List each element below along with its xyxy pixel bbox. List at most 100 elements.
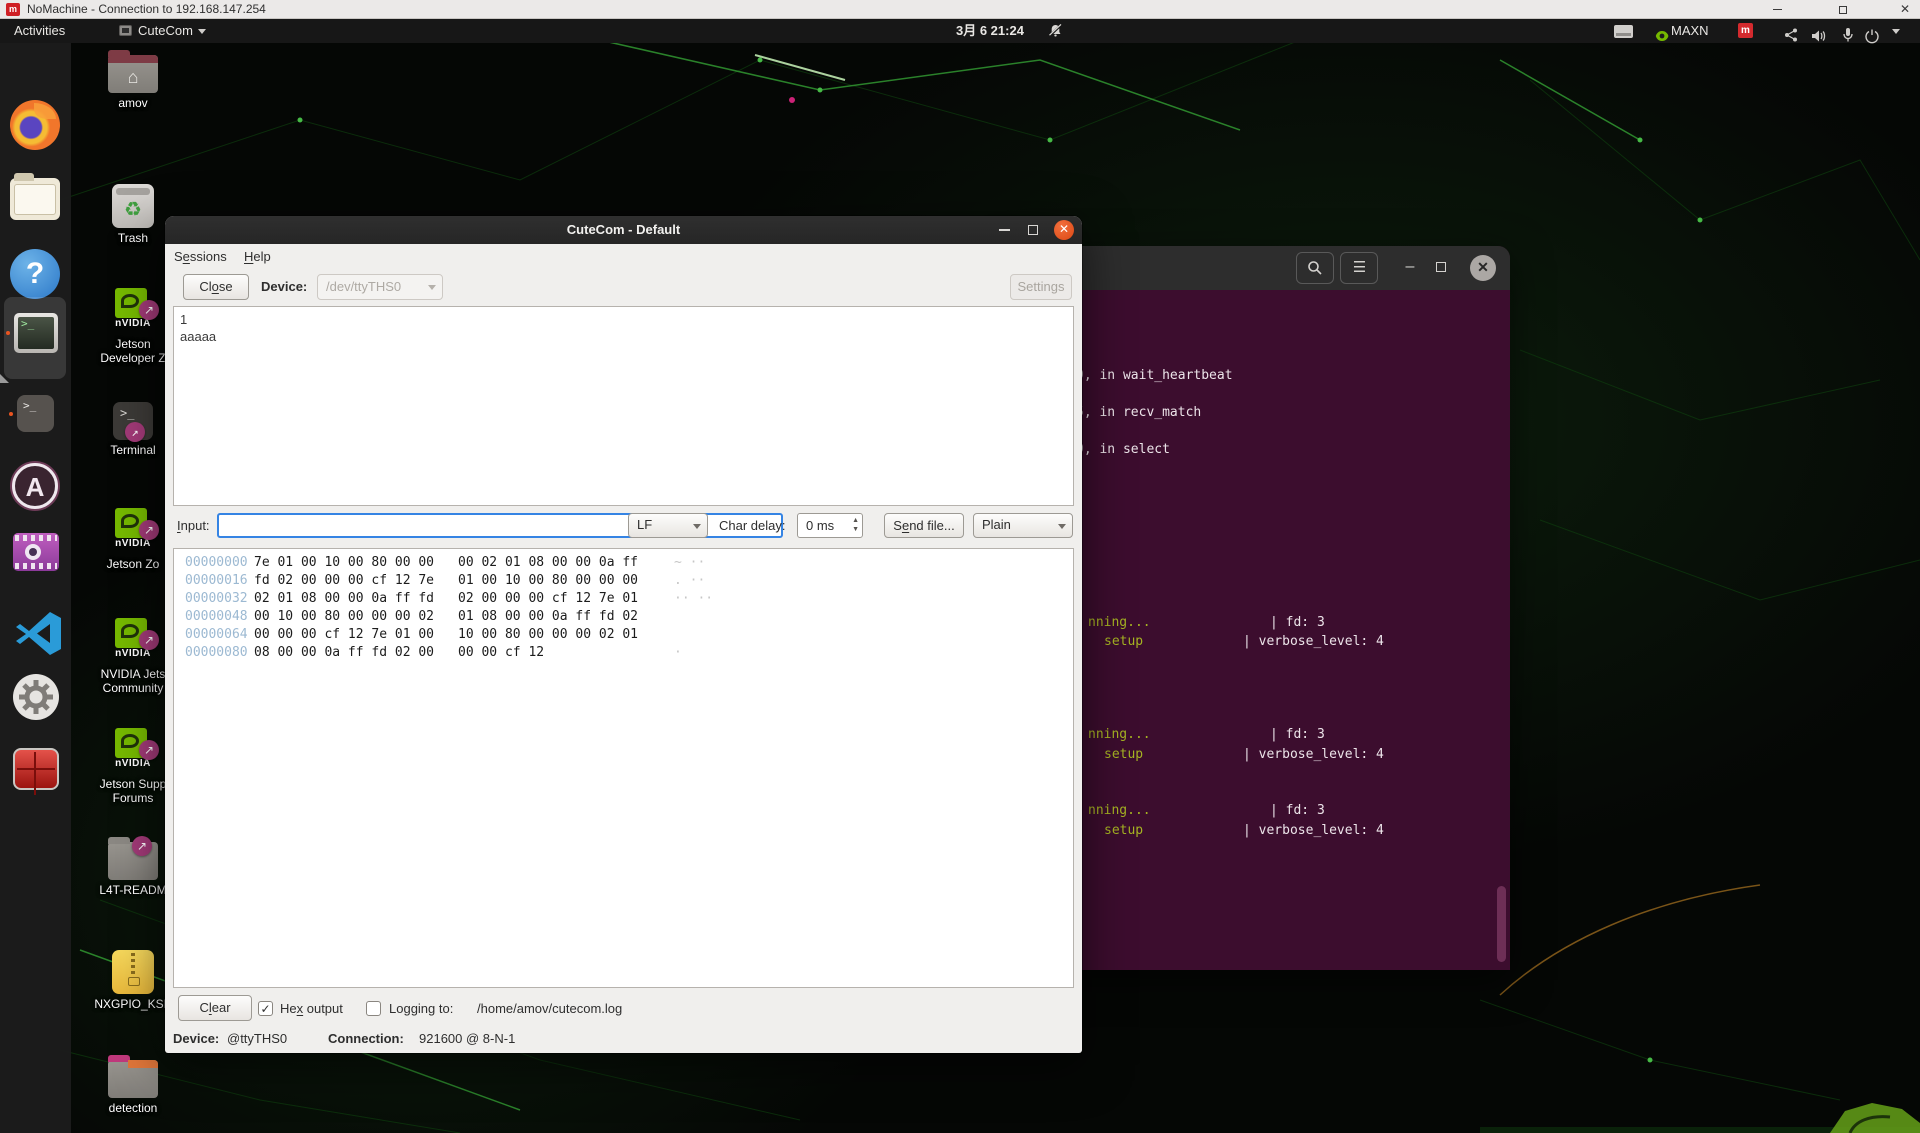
clock[interactable]: 3月 6 21:24	[956, 19, 1024, 43]
output-line: 1	[180, 311, 1067, 328]
nvidia-eye-icon	[1655, 24, 1669, 48]
clear-button[interactable]: Clear	[178, 995, 252, 1021]
dock-item-archive-a[interactable]: A	[12, 463, 58, 509]
nomachine-title: NoMachine - Connection to 192.168.147.25…	[27, 2, 266, 16]
terminal-hamburger-menu-button[interactable]: ☰	[1340, 252, 1378, 284]
maximize-button[interactable]	[1028, 225, 1038, 235]
hex-output-checkbox[interactable]: ✓	[258, 1001, 273, 1016]
search-icon	[1307, 260, 1323, 276]
hex-row: 0000004800 10 00 80 00 00 00 0201 08 00 …	[174, 609, 1073, 627]
dock-item-settings[interactable]	[13, 674, 59, 720]
statusbar: Device: @ttyTHS0 Connection: 921600 @ 8-…	[165, 1028, 1082, 1053]
nvidia-link-icon: nVIDIA ↗	[103, 728, 163, 774]
chevron-down-icon	[198, 29, 206, 34]
session-output-area: 1 aaaaa	[173, 306, 1074, 506]
dock: ? >_ >_ A	[0, 43, 71, 1133]
nvidia-eye-icon	[121, 514, 139, 528]
volume-icon[interactable]	[1811, 24, 1827, 48]
status-device-label: Device:	[173, 1028, 219, 1050]
desktop-icon-jetson-developer-zone[interactable]: nVIDIA ↗ JetsonDeveloper Z	[94, 288, 172, 365]
link-badge-icon: ↗	[139, 520, 159, 540]
network-share-icon[interactable]	[1783, 23, 1799, 47]
desktop-icon-detection[interactable]: detection	[94, 1060, 172, 1115]
app-menu[interactable]: CuteCom	[119, 19, 206, 43]
microphone-icon[interactable]	[1842, 23, 1854, 47]
keyboard-layout-icon[interactable]	[1614, 25, 1633, 38]
desktop-icon-jetson-zoo[interactable]: nVIDIA ↗ Jetson Zo	[94, 508, 172, 571]
hex-row: 00000016fd 02 00 00 00 cf 12 7e01 00 10 …	[174, 573, 1073, 591]
dock-item-terminal-alt[interactable]: >_	[17, 395, 54, 432]
terminal-log-white: | fd: 3	[1270, 803, 1325, 818]
device-combobox[interactable]: /dev/ttyTHS0	[317, 274, 443, 300]
cutecom-window: CuteCom - Default ✕ Sessions Help Close …	[165, 216, 1082, 1053]
terminal-log-white: | verbose_level: 4	[1243, 747, 1384, 762]
activities-button[interactable]: Activities	[14, 19, 65, 43]
maxn-power-mode-label[interactable]: MAXN	[1671, 19, 1709, 43]
nomachine-tray-icon[interactable]: m	[1738, 23, 1753, 38]
desktop-icon-amov[interactable]: ⌂ amov	[94, 55, 172, 110]
hex-row: 0000003202 01 08 00 00 0a ff fd02 00 00 …	[174, 591, 1073, 609]
dock-item-firefox[interactable]	[10, 100, 60, 150]
cutecom-titlebar[interactable]: CuteCom - Default ✕	[165, 216, 1082, 244]
settings-button[interactable]: Settings	[1010, 274, 1072, 300]
close-icon: ✕	[1059, 222, 1069, 236]
close-device-button[interactable]: Close	[183, 274, 249, 300]
link-badge-icon: ↗	[139, 300, 159, 320]
terminal-trace-line: 5, in recv_match	[1076, 405, 1201, 420]
terminal-log-green: setup	[1104, 747, 1143, 762]
terminal-log-green: nning...	[1088, 803, 1151, 818]
lens-icon	[25, 544, 41, 560]
spinner-arrows-icon[interactable]: ▲▼	[852, 516, 859, 534]
menu-help[interactable]: Help	[244, 244, 271, 269]
menu-sessions[interactable]: Sessions	[174, 244, 227, 269]
running-indicator-dot	[9, 412, 13, 416]
logging-to-label: Logging to:	[389, 994, 453, 1024]
dock-item-vscode[interactable]	[14, 608, 64, 658]
desktop-icon-jetson-support-forums[interactable]: nVIDIA ↗ Jetson SuppForums	[94, 728, 172, 805]
desktop-icon-l4t-readme[interactable]: ↗ L4T-READM	[94, 842, 172, 897]
desktop-icon-terminal[interactable]: >_↗ Terminal	[94, 402, 172, 457]
terminal-search-button[interactable]	[1296, 252, 1334, 284]
desktop-icon-nxgpio-archive[interactable]: NXGPIO_KSE	[94, 950, 172, 1011]
status-connection-value: 921600 @ 8-N-1	[419, 1028, 515, 1050]
gear-icon	[13, 674, 59, 720]
link-badge-icon: ↗	[139, 740, 159, 760]
line-end-combobox[interactable]: LF	[628, 513, 708, 538]
minimize-button[interactable]	[999, 229, 1010, 231]
terminal-maximize-button[interactable]	[1436, 262, 1446, 272]
dock-item-terminal[interactable]: >_	[14, 313, 58, 353]
desktop-icon-nvidia-jetson-community[interactable]: nVIDIA ↗ NVIDIA JetsCommunity	[94, 618, 172, 695]
terminal-minimize-button[interactable]: –	[1398, 256, 1422, 280]
question-icon: ?	[26, 257, 44, 290]
chevron-down-icon	[428, 285, 436, 290]
terminal-scrollbar[interactable]	[1497, 886, 1506, 962]
dock-item-red-terminal[interactable]	[13, 748, 59, 790]
power-icon[interactable]	[1865, 24, 1879, 48]
logging-checkbox[interactable]	[366, 1001, 381, 1016]
status-connection-label: Connection:	[328, 1028, 404, 1050]
input-row: Input: LF Char delay: 0 ms▲▼ Send file..…	[165, 510, 1082, 542]
hex-row: 0000008008 00 00 0a ff fd 02 0000 00 cf …	[174, 645, 1073, 663]
nvidia-eye-icon	[121, 734, 139, 748]
terminal-close-button[interactable]: ✕	[1470, 255, 1496, 281]
nomachine-minimize-button[interactable]	[1762, 0, 1792, 19]
folder-icon: ⌂	[108, 55, 158, 93]
char-delay-spinbox[interactable]: 0 ms▲▼	[797, 513, 863, 538]
send-file-button[interactable]: Send file...	[884, 513, 964, 538]
hex-row: 000000007e 01 00 10 00 80 00 0000 02 01 …	[174, 555, 1073, 573]
terminal-log-white: | fd: 3	[1270, 727, 1325, 742]
chevron-down-icon	[1058, 524, 1066, 529]
nomachine-icon: m	[6, 3, 20, 16]
terminal-trace-line: 9, in select	[1076, 442, 1170, 457]
close-button[interactable]: ✕	[1054, 220, 1074, 240]
terminal-log-white: | verbose_level: 4	[1243, 823, 1384, 838]
system-menu-chevron-icon[interactable]	[1892, 29, 1900, 34]
dock-item-help[interactable]: ?	[10, 249, 60, 299]
dock-item-files[interactable]	[10, 178, 60, 220]
desktop-icon-trash[interactable]: ♻ Trash	[94, 184, 172, 245]
send-mode-combobox[interactable]: Plain	[973, 513, 1073, 538]
nomachine-close-button[interactable]: ✕	[1890, 0, 1920, 19]
nomachine-restore-button[interactable]	[1828, 0, 1858, 19]
dock-item-videos[interactable]	[13, 533, 59, 571]
check-icon: ✓	[260, 1002, 270, 1016]
